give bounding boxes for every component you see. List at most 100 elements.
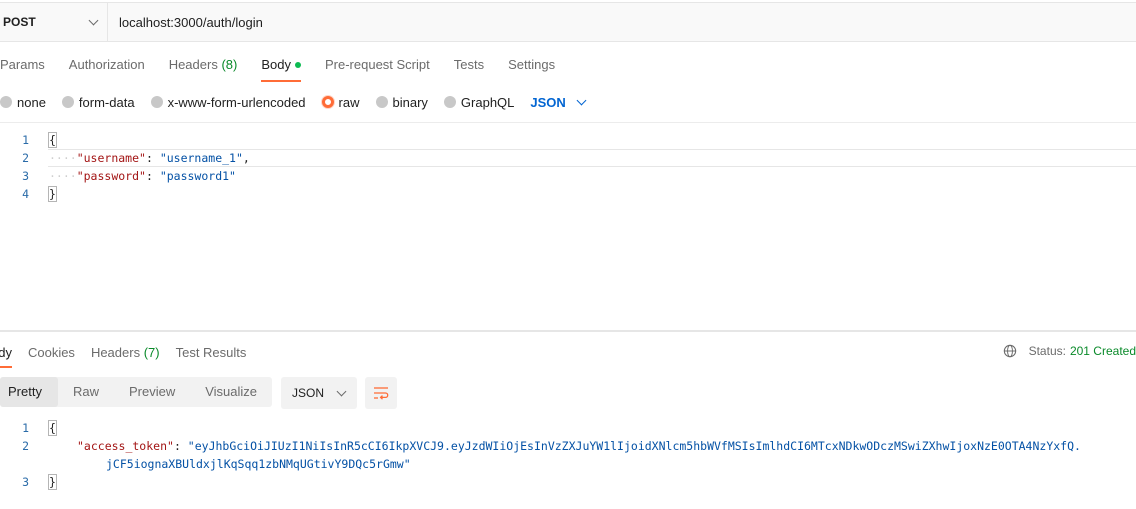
status-label: Status: [1028,344,1066,358]
view-pretty-button[interactable]: Pretty [0,377,58,407]
radio-label: binary [392,94,428,110]
wrap-lines-icon [374,387,389,400]
tab-settings[interactable]: Settings [508,52,555,82]
tab-label: Body [261,57,291,72]
line-content: } [29,185,57,203]
url-input[interactable]: localhost:3000/auth/login [108,15,263,30]
radio-icon[interactable] [61,96,74,108]
tab-label: Pre-request Script [324,57,430,72]
chevron-down-icon [336,386,347,396]
line-content: { [29,131,57,149]
request-tabs: Params Authorization Headers (8) Body Pr… [0,52,579,82]
indent-guide: ···· [49,151,77,165]
tab-headers[interactable]: Headers (8) [169,52,238,82]
line-number: 2 [22,151,29,165]
line-number: 3 [22,475,29,489]
radio-icon[interactable] [150,96,163,108]
view-raw-button[interactable]: Raw [58,377,114,407]
globe-icon[interactable] [1003,344,1017,358]
radio-label: x-www-form-urlencoded [167,94,306,110]
json-comma: , [242,151,250,165]
tab-label: Authorization [68,57,145,72]
view-preview-button[interactable]: Preview [114,377,190,407]
response-format-select[interactable]: JSON [281,377,357,409]
format-label: JSON [292,386,325,400]
divider [0,122,1136,123]
radio-label: form-data [78,94,135,110]
response-tab-headers[interactable]: Headers (7) [91,342,160,368]
line-content: "access_token": "eyJhbGciOiJIUzI1NiIsInR… [77,439,1081,453]
pane-resize-handle[interactable] [0,330,1136,332]
open-brace: { [48,420,57,436]
code-line: 2 "access_token": "eyJhbGciOiJIUzI1NiIsI… [0,437,1136,455]
radio-label: none [17,94,46,110]
tab-params[interactable]: Params [0,52,45,82]
tab-label: Test Results [175,345,247,360]
response-tab-test-results[interactable]: Test Results [176,342,247,368]
radio-icon[interactable] [443,96,456,108]
radio-icon[interactable] [375,96,388,108]
tab-label: Tests [453,57,485,72]
method-select[interactable]: POST [0,3,108,41]
method-label: POST [3,15,36,29]
radio-label: raw [338,94,360,110]
json-value-continued: jCF5iognaXBUldxjlKqSqq1zbNMqUGtivY9DQc5r… [106,457,411,471]
radio-checked-icon[interactable] [321,96,334,108]
response-status: Status: 201 Created [1003,344,1136,358]
wrapped-line-continuation: jCF5iognaXBUldxjlKqSqq1zbNMqUGtivY9DQc5r… [0,455,1136,473]
code-line: 3 ····"password": "password1" [0,167,1136,185]
chevron-down-icon [88,15,99,25]
request-url-bar: POST localhost:3000/auth/login [0,2,1136,42]
json-value: "eyJhbGciOiJIUzI1NiIsInR5cCI6IkpXVCJ9.ey… [187,439,1081,453]
body-type-graphql[interactable]: GraphQL [443,94,515,110]
line-content: { [29,419,57,437]
line-number: 1 [22,421,29,435]
tab-label: Cookies [27,345,75,360]
open-brace: { [48,132,57,148]
body-type-binary[interactable]: binary [375,94,428,110]
tab-label: Params [0,57,45,72]
line-content: ····"username": "username_1", [49,151,250,165]
body-type-options: none form-data x-www-form-urlencoded raw… [0,91,587,113]
code-line: 1 { [0,131,1136,149]
body-type-raw[interactable]: raw [321,94,360,110]
body-type-urlencoded[interactable]: x-www-form-urlencoded [150,94,306,110]
language-label: JSON [530,94,566,110]
response-view-switcher: Pretty Raw Preview Visualize [0,377,273,407]
tab-label: Settings [508,57,556,72]
tab-tests[interactable]: Tests [454,52,484,82]
headers-count: (8) [221,57,238,72]
status-value: 201 Created [1069,344,1136,358]
radio-icon[interactable] [0,96,12,108]
wrap-lines-button[interactable] [365,377,397,409]
body-type-none[interactable]: none [0,95,46,110]
line-number: 2 [22,439,29,453]
tab-pre-request-script[interactable]: Pre-request Script [325,52,430,82]
view-visualize-button[interactable]: Visualize [190,377,272,407]
line-number: 1 [22,133,29,147]
language-select[interactable]: JSON [530,94,587,110]
json-key: "access_token" [77,439,174,453]
line-number: 4 [22,187,29,201]
radio-label: GraphQL [460,94,515,110]
close-brace: } [48,474,57,490]
line-number: 3 [22,169,29,183]
close-brace: } [48,186,57,202]
code-line: 3 } [0,473,1136,491]
tab-authorization[interactable]: Authorization [69,52,145,82]
code-line: 4 } [0,185,1136,203]
tab-label: Headers [90,345,141,360]
body-modified-dot [294,61,301,68]
response-body-viewer[interactable]: 1 { 2 "access_token": "eyJhbGciOiJIUzI1N… [0,419,1136,491]
indent-guide: ···· [49,169,77,183]
json-value: "username_1" [159,151,243,165]
chevron-down-icon [576,95,587,105]
response-tab-cookies[interactable]: Cookies [28,342,75,368]
json-key: "username" [76,151,146,165]
code-line: 1 { [0,419,1136,437]
body-type-form-data[interactable]: form-data [61,94,135,110]
tab-body[interactable]: Body [261,52,301,82]
response-tab-body[interactable]: ody [0,342,12,368]
request-body-editor[interactable]: 1 { 2 ····"username": "username_1", 3 ··… [0,131,1136,203]
tab-label: ody [0,345,12,360]
